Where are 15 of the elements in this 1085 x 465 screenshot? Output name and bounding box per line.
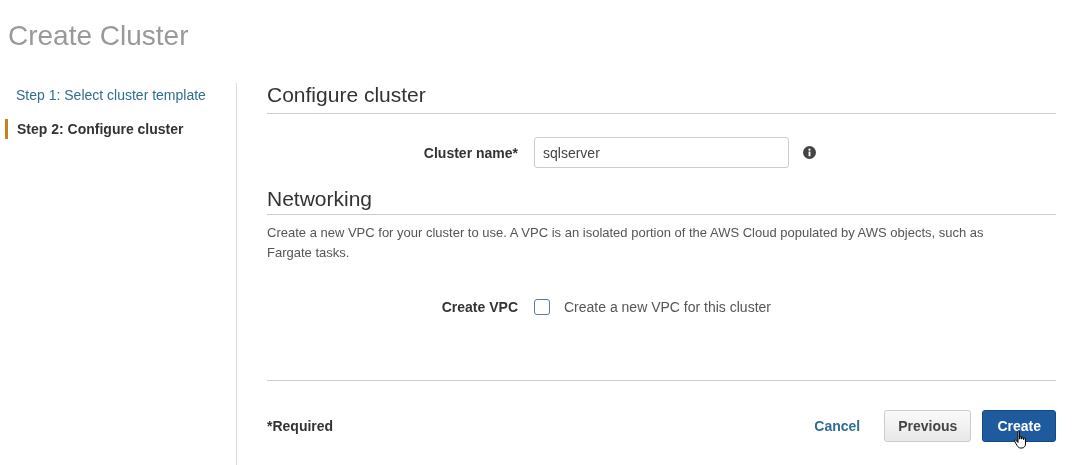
checkbox-label: Create a new VPC for this cluster (564, 299, 771, 315)
section-heading: Configure cluster (267, 83, 1056, 114)
checkbox[interactable] (534, 299, 550, 315)
cluster-name-field[interactable]: sqlserver (534, 137, 789, 168)
field-label: Cluster name* (422, 144, 518, 161)
cancel-link[interactable]: Cancel (814, 410, 885, 442)
wizard-step[interactable]: Step 1: Select cluster template (0, 85, 236, 105)
description-text: Create a new VPC for your cluster to use. A VPC is an isolated portion of the AWS Cloud populated by AWS objects, such as Fargate tasks. (267, 224, 985, 262)
section-heading: Networking (267, 187, 1056, 215)
wizard-step[interactable]: Step 2: Configure cluster (5, 119, 236, 139)
info-icon[interactable] (803, 146, 816, 159)
field-label: Create VPC (440, 299, 518, 315)
previous-button[interactable]: Previous (884, 410, 972, 442)
required-note: *Required (267, 418, 335, 434)
page-title: Create Cluster (7, 19, 190, 53)
